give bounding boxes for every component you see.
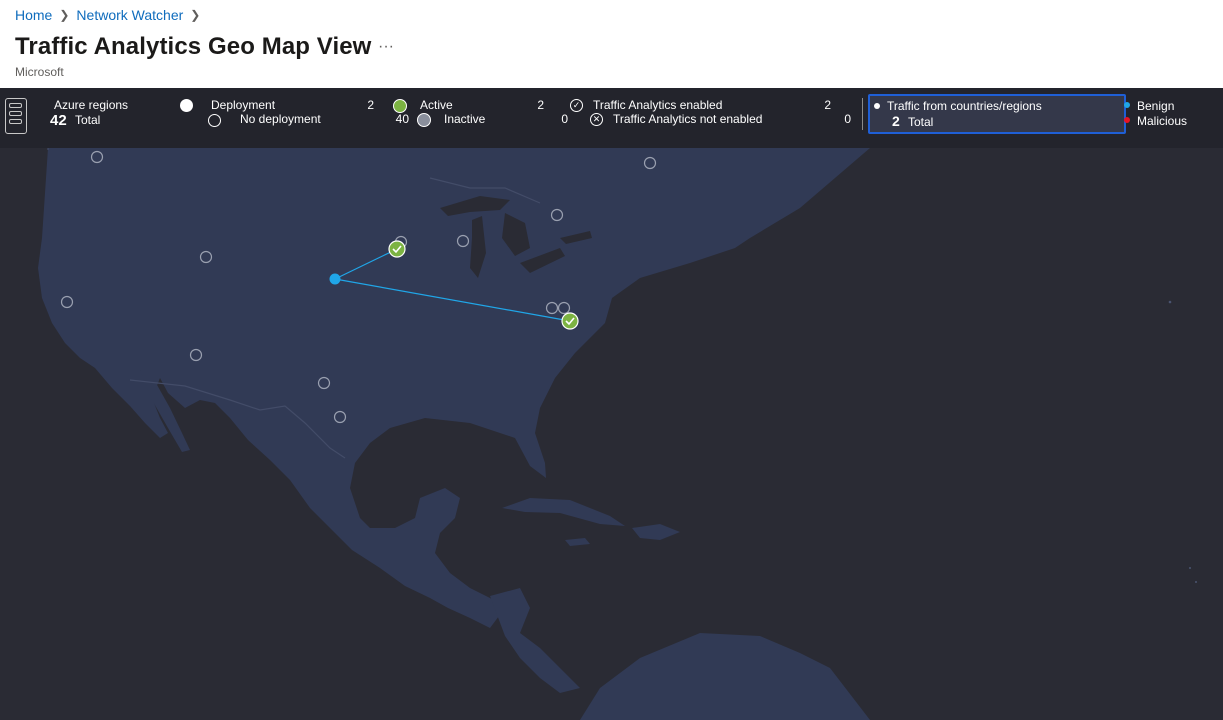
azure-regions-total: 42: [50, 112, 67, 129]
traffic-from-countries-card[interactable]: Traffic from countries/regions 2 Total: [868, 94, 1126, 134]
deployment-dot-icon: [180, 99, 193, 112]
inactive-dot-icon: [417, 113, 431, 127]
traffic-total: 2: [892, 113, 900, 129]
deployment-count: 2: [367, 98, 374, 112]
land-north-america: [38, 148, 870, 628]
more-options-button[interactable]: ···: [378, 38, 394, 56]
chevron-right-icon: ❯: [59, 8, 70, 22]
active-label: Active: [420, 98, 453, 112]
land-cuba: [502, 498, 625, 526]
no-deployment-ring-icon: [208, 114, 221, 127]
active-region-marker: [388, 240, 406, 258]
land-jamaica: [565, 538, 590, 546]
x-circle-icon: ✕: [590, 113, 603, 126]
page-subtitle: Microsoft: [15, 65, 64, 79]
land-south-america: [580, 633, 870, 720]
ta-enabled-count: 2: [824, 98, 831, 112]
no-deployment-count: 40: [395, 112, 409, 126]
ta-enabled-label: Traffic Analytics enabled: [593, 98, 723, 112]
benign-label: Benign: [1137, 99, 1175, 113]
benign-dot-icon: [1124, 102, 1130, 108]
breadcrumb: Home ❯ Network Watcher ❯: [15, 7, 207, 23]
legend-toggle-icon[interactable]: [5, 98, 27, 134]
legend-divider: [862, 98, 863, 130]
azure-regions-total-label: Total: [75, 113, 101, 127]
traffic-source-point: [329, 273, 341, 285]
deployment-label: Deployment: [211, 98, 276, 112]
land-central-america: [490, 588, 580, 693]
no-deployment-label: No deployment: [240, 112, 321, 126]
breadcrumb-home[interactable]: Home: [15, 7, 52, 23]
azure-regions-label: Azure regions: [54, 98, 129, 112]
map-legend: Azure regions 42 Total Deployment 2 No d…: [0, 88, 1223, 148]
malicious-label: Malicious: [1137, 114, 1188, 128]
traffic-total-label: Total: [908, 115, 934, 129]
map-canvas: [38, 148, 1197, 720]
malicious-dot-icon: [1124, 117, 1130, 123]
active-count: 2: [537, 98, 544, 112]
traffic-dot-icon: [874, 103, 880, 109]
page-title: Traffic Analytics Geo Map View: [15, 33, 372, 60]
land-hispaniola: [632, 524, 680, 540]
active-dot-icon: [393, 99, 407, 113]
active-region-marker: [561, 312, 579, 330]
ta-not-enabled-label: Traffic Analytics not enabled: [613, 112, 763, 126]
page-header: Home ❯ Network Watcher ❯ Traffic Analyti…: [0, 0, 1223, 88]
checkmark-circle-icon: ✓: [570, 99, 583, 112]
inactive-label: Inactive: [444, 112, 486, 126]
breadcrumb-network-watcher[interactable]: Network Watcher: [76, 7, 183, 23]
inactive-count: 0: [561, 112, 568, 126]
traffic-label: Traffic from countries/regions: [887, 99, 1042, 113]
ta-not-enabled-count: 0: [844, 112, 851, 126]
chevron-right-icon: ❯: [190, 8, 201, 22]
geo-map[interactable]: Azure regions 42 Total Deployment 2 No d…: [0, 88, 1223, 720]
